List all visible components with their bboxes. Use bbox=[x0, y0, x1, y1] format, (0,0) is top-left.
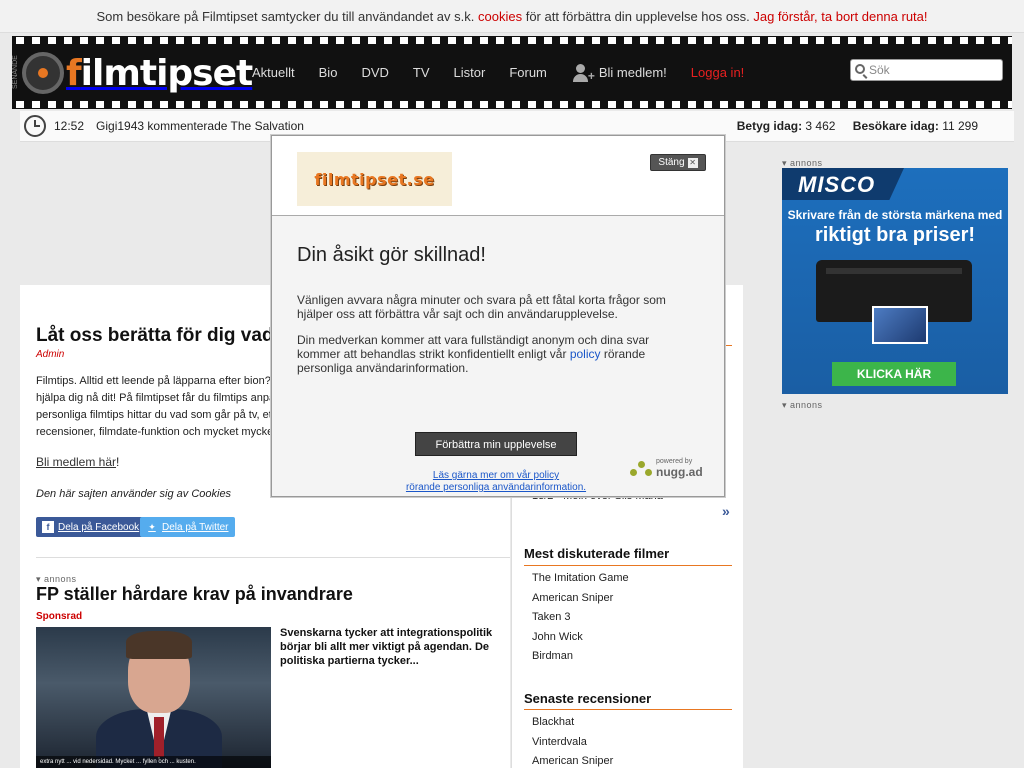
modal-close-button[interactable]: Stäng ✕ bbox=[650, 154, 706, 171]
main-nav: Aktuellt Bio DVD TV Listor Forum + Bli m… bbox=[240, 36, 756, 109]
header-side-label: SENANDE bbox=[12, 55, 19, 89]
rating-label: Betyg idag: bbox=[736, 119, 803, 133]
ad-cta-button[interactable]: KLICKA HÄR bbox=[832, 362, 956, 386]
list-item[interactable]: American Sniper bbox=[532, 752, 613, 768]
share-twitter-button[interactable]: ✦ Dela på Twitter bbox=[140, 517, 235, 537]
add-user-icon: + bbox=[571, 63, 595, 83]
activity-time: 12:52 bbox=[54, 119, 85, 133]
modal-logo: filmtipset.se bbox=[297, 152, 452, 206]
intro-text: Filmtips. Alltid ett leende på läpparna … bbox=[36, 373, 286, 441]
most-discussed-heading: Mest diskuterade filmer bbox=[524, 546, 670, 561]
nav-bio[interactable]: Bio bbox=[319, 65, 338, 80]
latest-reviews-list: Blackhat Vinterdvala American Sniper bbox=[532, 713, 613, 768]
share-facebook-label: Dela på Facebook bbox=[58, 521, 140, 533]
intro-line: recensioner, filmdate-funktion och mycke… bbox=[36, 426, 274, 438]
cookies-link[interactable]: cookies bbox=[478, 9, 522, 24]
modal-policy-link[interactable]: policy bbox=[570, 347, 601, 361]
logo-wordmark: filmtipset bbox=[66, 52, 254, 94]
image-caption: extra nytt ... vid nedersidad. Mycket ..… bbox=[36, 756, 271, 768]
share-twitter-label: Dela på Twitter bbox=[162, 521, 229, 533]
close-icon: ✕ bbox=[687, 158, 698, 168]
ad-line2: riktigt bra priser! bbox=[814, 224, 976, 246]
site-header: SENANDE filmtipset Aktuellt Bio DVD TV L… bbox=[12, 36, 1012, 109]
article-title[interactable]: FP ställer hårdare krav på invandrare bbox=[36, 584, 353, 605]
cookies-note: Den här sajten använder sig av Cookies bbox=[36, 488, 232, 500]
search-icon bbox=[855, 64, 865, 74]
logo-rest: ilmtipset bbox=[80, 52, 254, 94]
facebook-icon: f bbox=[42, 521, 54, 533]
film-reel-icon bbox=[22, 52, 64, 94]
site-stats: Betyg idag: 3 462 Besökare idag: 11 299 bbox=[723, 119, 978, 133]
search-placeholder: Sök bbox=[869, 63, 890, 77]
visitors-value: 11 299 bbox=[942, 119, 978, 133]
share-facebook-button[interactable]: f Dela på Facebook bbox=[36, 517, 146, 537]
site-logo[interactable]: filmtipset bbox=[22, 46, 254, 100]
become-member-link[interactable]: + Bli medlem! bbox=[571, 63, 667, 83]
sponsored-label: Sponsrad bbox=[36, 611, 83, 622]
member-here-link[interactable]: Bli medlem här bbox=[36, 455, 116, 469]
list-item[interactable]: American Sniper bbox=[532, 589, 629, 609]
modal-paragraph-2: Din medverkan kommer att vara fullständi… bbox=[297, 333, 650, 375]
activity-text[interactable]: Gigi1943 kommenterade The Salvation bbox=[96, 119, 304, 133]
latest-reviews-heading: Senaste recensioner bbox=[524, 691, 652, 706]
page-title: Låt oss berätta för dig vad d bbox=[36, 325, 291, 346]
modal-heading: Din åsikt gör skillnad! bbox=[297, 244, 486, 266]
most-discussed-list: The Imitation Game American Sniper Taken… bbox=[532, 569, 629, 667]
more-arrow-icon[interactable]: » bbox=[722, 503, 730, 519]
nav-aktuellt[interactable]: Aktuellt bbox=[252, 65, 295, 80]
nuggad-logo: powered by nugg.ad bbox=[630, 458, 703, 478]
login-link[interactable]: Logga in! bbox=[691, 65, 745, 80]
section-divider bbox=[36, 557, 510, 558]
rating-value: 3 462 bbox=[805, 119, 836, 133]
nav-listor[interactable]: Listor bbox=[454, 65, 486, 80]
search-input[interactable]: Sök bbox=[850, 59, 1003, 81]
list-item[interactable]: Birdman bbox=[532, 647, 629, 667]
cookie-text-after: för att förbättra din upplevelse hos oss… bbox=[525, 9, 750, 24]
modal-policy-footer-link[interactable]: Läs gärna mer om vår policy rörande pers… bbox=[372, 470, 620, 494]
ad-label-bottom: ▾ annons bbox=[782, 400, 823, 410]
member-here-row: Bli medlem här! bbox=[36, 455, 120, 469]
nav-tv[interactable]: TV bbox=[413, 65, 430, 80]
cookie-text-before: Som besökare på Filmtipset samtycker du … bbox=[96, 9, 475, 24]
clock-icon bbox=[24, 115, 46, 137]
ad-brand: MISCO bbox=[798, 172, 876, 197]
modal-paragraph-1: Vänligen avvara några minuter och svara … bbox=[297, 293, 666, 321]
intro-line: personliga filmtips hittar du vad som gå… bbox=[36, 409, 272, 421]
ad-line1: Skrivare från de största märkena med bbox=[787, 208, 1003, 222]
cookie-dismiss-link[interactable]: Jag förstår, ta bort denna ruta! bbox=[753, 9, 927, 24]
twitter-icon: ✦ bbox=[148, 521, 156, 532]
article-teaser[interactable]: Svenskarna tycker att integrationspoliti… bbox=[280, 626, 502, 668]
cookie-consent-bar: Som besökare på Filmtipset samtycker du … bbox=[0, 0, 1024, 33]
list-item[interactable]: Taken 3 bbox=[532, 608, 629, 628]
intro-line: hjälpa dig nå dit! På filmtipset får du … bbox=[36, 392, 276, 404]
nav-forum[interactable]: Forum bbox=[509, 65, 547, 80]
misco-ad-banner[interactable]: MISCO Skrivare från de största märkena m… bbox=[782, 168, 1008, 394]
list-item[interactable]: Blackhat bbox=[532, 713, 613, 733]
nav-dvd[interactable]: DVD bbox=[361, 65, 388, 80]
survey-modal: filmtipset.se Stäng ✕ Din åsikt gör skill… bbox=[271, 135, 725, 497]
modal-header: filmtipset.se Stäng ✕ bbox=[272, 136, 724, 216]
list-item[interactable]: Vinterdvala bbox=[532, 733, 613, 753]
nuggad-icon bbox=[630, 459, 652, 477]
intro-line: Filmtips. Alltid ett leende på läpparna … bbox=[36, 375, 271, 387]
visitors-label: Besökare idag: bbox=[852, 119, 939, 133]
list-item[interactable]: John Wick bbox=[532, 628, 629, 648]
list-item[interactable]: The Imitation Game bbox=[532, 569, 629, 589]
article-image[interactable]: extra nytt ... vid nedersidad. Mycket ..… bbox=[36, 627, 271, 768]
improve-experience-button[interactable]: Förbättra min upplevelse bbox=[415, 432, 577, 456]
become-member-label: Bli medlem! bbox=[598, 65, 667, 80]
logo-letter-f: f bbox=[66, 52, 82, 94]
author-label: Admin bbox=[36, 349, 65, 360]
